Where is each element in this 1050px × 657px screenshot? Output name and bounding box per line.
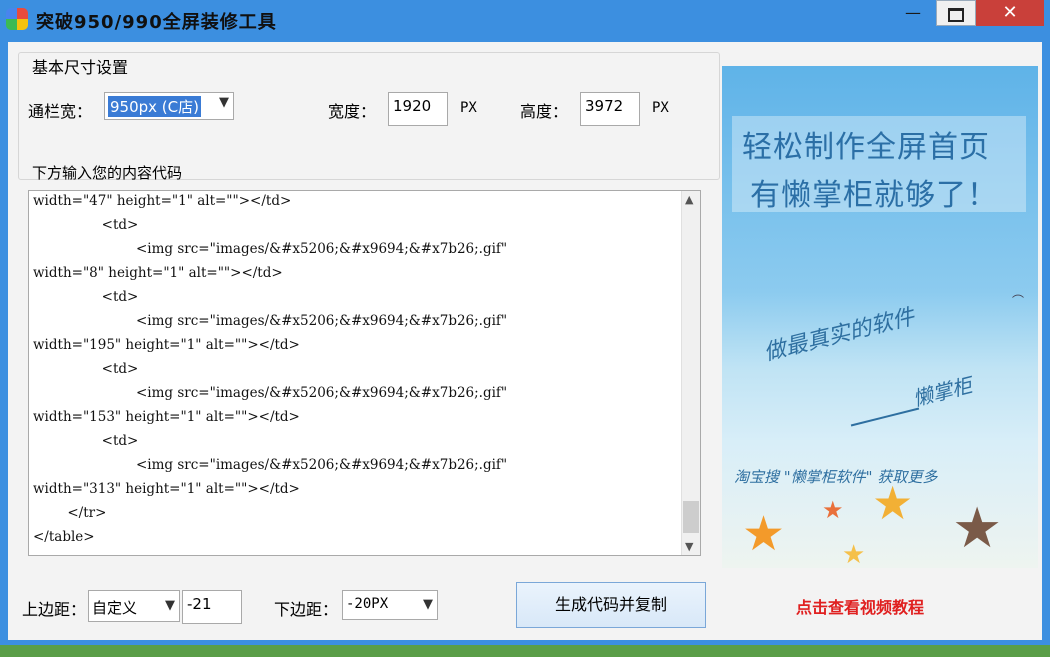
chevron-down-icon: ▼ [423,597,433,612]
code-line: <td> [33,217,139,233]
height-unit: PX [652,100,669,116]
app-window: 突破950/990全屏装修工具 — ✕ 基本尺寸设置 通栏宽： 950px (C… [0,0,1050,645]
code-line: </tr> [33,505,107,521]
code-line: <td> [33,433,139,449]
seagull-icon: ⌒ [1012,294,1025,308]
minimize-button[interactable]: — [890,0,936,26]
height-input[interactable]: 3972 [580,92,640,126]
app-logo-icon [6,8,28,30]
top-margin-input[interactable]: -21 [182,590,242,624]
starfish-icon: ★ [842,540,866,568]
code-line: width="153" height="1" alt=""></td> [33,409,300,425]
width-input[interactable]: 1920 [388,92,448,126]
chevron-down-icon: ▼ [219,95,229,110]
top-margin-label: 上边距： [22,600,87,619]
channel-width-label: 通栏宽： [28,102,93,121]
code-line: <img src="images/&#x5206;&#x9694;&#x7b26… [33,457,508,473]
ad-banner-image: 轻松制作全屏首页 有懒掌柜就够了！ ⌒ 做最真实的软件 懒掌柜 淘宝搜 "懒掌柜… [722,66,1038,568]
client-area: 基本尺寸设置 通栏宽： 950px (C店) ▼ 宽度： 1920 PX 高度：… [8,42,1042,640]
video-tutorial-link[interactable]: 点击查看视频教程 [796,594,924,618]
starfish-icon: ★ [952,496,1003,561]
code-line: width="313" height="1" alt=""></td> [33,481,300,497]
ad-signature-dash [850,407,920,427]
channel-width-select[interactable]: 950px (C店) ▼ [104,92,234,120]
height-label: 高度： [520,102,569,121]
starfish-icon: ★ [742,506,786,562]
code-line: width="195" height="1" alt=""></td> [33,337,300,353]
generate-copy-button[interactable]: 生成代码并复制 [516,582,706,628]
title-bar[interactable]: 突破950/990全屏装修工具 — ✕ [0,0,1050,40]
top-margin-select-value: 自定义 [92,599,138,617]
ad-signature: 懒掌柜 [910,373,975,411]
code-line: </table> [33,529,95,545]
bottom-margin-select[interactable]: -20PX ▼ [342,590,438,620]
scroll-down-icon[interactable]: ▼ [685,540,693,553]
channel-width-value: 950px (C店) [108,96,201,117]
scroll-thumb[interactable] [683,501,699,533]
code-line: width="47" height="1" alt=""></td> [33,193,292,209]
maximize-icon [948,8,964,22]
code-input-label: 下方输入您的内容代码 [32,164,183,182]
code-line: <img src="images/&#x5206;&#x9694;&#x7b26… [33,241,508,257]
window-title: 突破950/990全屏装修工具 [36,12,277,33]
bottom-margin-select-value: -20PX [346,596,389,612]
top-margin-select[interactable]: 自定义 ▼ [88,590,180,622]
size-settings-title: 基本尺寸设置 [32,58,129,77]
desktop-background [0,645,1050,657]
maximize-button[interactable] [936,0,976,26]
code-line: <td> [33,361,139,377]
scroll-up-icon[interactable]: ▲ [685,193,693,206]
chevron-down-icon: ▼ [165,598,175,613]
code-textarea[interactable]: width="47" height="1" alt=""></td> <td> … [28,190,701,556]
close-button[interactable]: ✕ [976,0,1044,26]
code-line: <td> [33,289,139,305]
starfish-icon: ★ [822,496,844,524]
ad-headline-1: 轻松制作全屏首页 [742,130,990,165]
code-line: <img src="images/&#x5206;&#x9694;&#x7b26… [33,385,508,401]
bottom-margin-label: 下边距： [274,600,339,619]
width-unit: PX [460,100,477,116]
starfish-icon: ★ [872,476,914,530]
code-line: <img src="images/&#x5206;&#x9694;&#x7b26… [33,313,508,329]
code-line: width="8" height="1" alt=""></td> [33,265,283,281]
ad-slogan: 做最真实的软件 [761,304,917,367]
width-label: 宽度： [328,102,377,121]
code-scrollbar[interactable]: ▲ ▼ [681,191,700,555]
ad-headline-2: 有懒掌柜就够了！ [750,178,998,213]
